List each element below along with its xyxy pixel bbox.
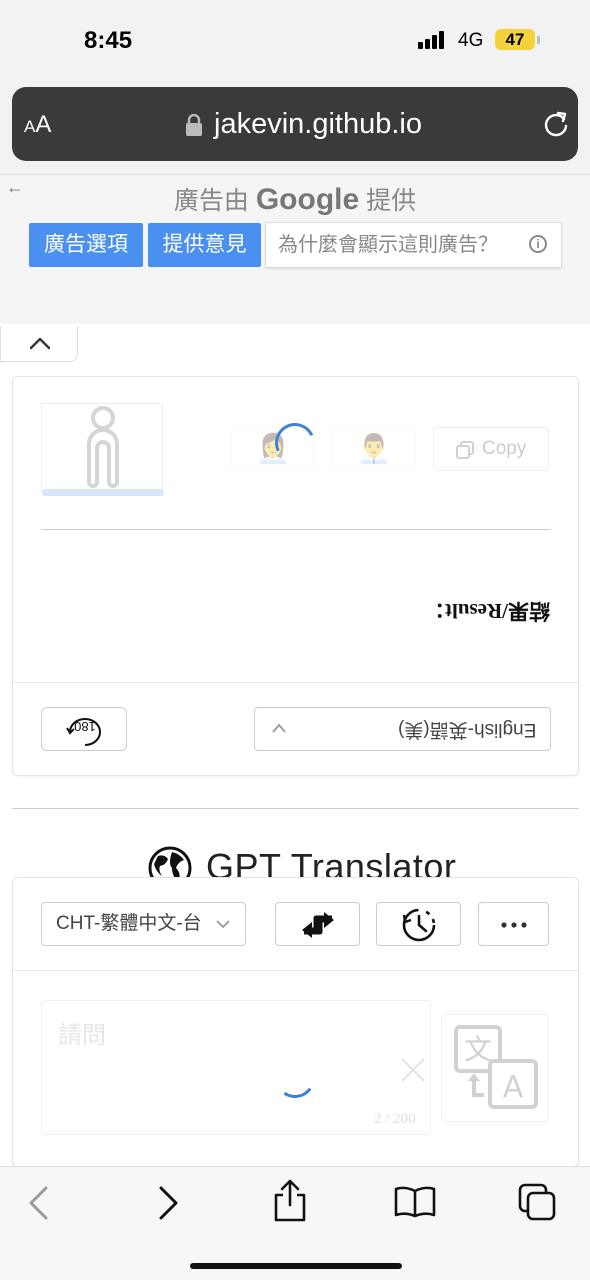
history-button[interactable] xyxy=(376,902,461,946)
app-title-text: GPT Translator xyxy=(206,846,457,880)
info-icon: i xyxy=(529,235,547,253)
male-voice-button[interactable]: 👨‍💼 xyxy=(332,427,416,471)
url-text[interactable]: jakevin.github.io xyxy=(214,108,422,141)
forward-icon[interactable] xyxy=(155,1185,181,1221)
char-counter: 2 / 200 xyxy=(374,1111,416,1127)
source-language-select[interactable]: CHT-繁體中文-台 xyxy=(41,902,246,946)
back-icon[interactable] xyxy=(26,1185,52,1221)
battery-icon: 47 xyxy=(495,29,535,50)
ad-why-button[interactable]: 為什麼會顯示這則廣告？ i xyxy=(265,222,562,268)
ad-attribution: 廣告由 Google 提供 xyxy=(173,183,417,216)
collapse-ad-button[interactable] xyxy=(0,326,78,362)
app-title: GPT Translator xyxy=(148,846,458,880)
card-footer-divider xyxy=(13,682,578,683)
swap-icon xyxy=(302,912,334,938)
ad-feedback-button[interactable]: 提供意見 xyxy=(148,223,261,267)
target-language-select[interactable]: English-英語(美) xyxy=(254,707,551,751)
copy-icon xyxy=(456,441,474,459)
section-divider xyxy=(12,808,579,809)
more-icon xyxy=(501,922,527,928)
result-label: 結果/Result： xyxy=(424,599,550,623)
chevron-up-icon xyxy=(29,337,51,350)
svg-text:A: A xyxy=(503,1070,524,1105)
address-bar[interactable]: AA jakevin.github.io xyxy=(12,87,578,161)
reload-icon[interactable] xyxy=(542,110,570,138)
progress-bar xyxy=(42,489,164,496)
divider xyxy=(13,970,578,971)
translator-card: CHT-繁體中文-台 請問 2 / 200 文 A xyxy=(12,877,579,1167)
ad-options-button[interactable]: 廣告選項 xyxy=(29,223,143,267)
share-icon[interactable] xyxy=(272,1179,308,1223)
globe-icon xyxy=(148,846,192,880)
google-logo: Google xyxy=(255,183,360,216)
bookmarks-icon[interactable] xyxy=(393,1185,437,1219)
text-size-button[interactable]: AA xyxy=(24,111,51,139)
more-options-button[interactable] xyxy=(478,902,549,946)
attach-button[interactable] xyxy=(41,403,164,496)
lock-icon xyxy=(186,114,202,136)
input-placeholder: 請問 xyxy=(58,1022,106,1049)
browser-header: AA jakevin.github.io xyxy=(0,80,590,174)
divider xyxy=(41,529,551,530)
rotate-button[interactable]: 180 xyxy=(41,707,127,751)
copy-button[interactable]: Copy xyxy=(433,427,549,471)
source-text-input[interactable]: 請問 2 / 200 xyxy=(41,1000,431,1135)
translate-button[interactable]: 文 A xyxy=(441,1014,549,1122)
home-indicator xyxy=(190,1263,402,1269)
svg-text:文: 文 xyxy=(464,1033,492,1066)
paperclip-icon xyxy=(87,406,119,488)
signal-icon xyxy=(418,31,448,49)
network-type: 4G xyxy=(458,30,484,51)
history-icon xyxy=(402,908,436,942)
status-time: 8:45 xyxy=(84,27,133,54)
status-bar: 8:45 4G 47 xyxy=(0,0,590,80)
ad-banner: ← 廣告由 Google 提供 廣告選項 提供意見 為什麼會顯示這則廣告？ i xyxy=(0,174,590,324)
clear-icon[interactable] xyxy=(399,1056,427,1084)
rotate-180-icon: 180 xyxy=(66,718,101,746)
translate-icon: 文 A xyxy=(454,1025,538,1109)
chevron-down-icon xyxy=(215,918,231,930)
tabs-icon[interactable] xyxy=(518,1183,558,1221)
battery-cap xyxy=(537,36,540,44)
chevron-up-icon xyxy=(272,723,286,733)
result-card: 👩‍💼 👨‍💼 Copy 結果/Result： 180 English-英語(美… xyxy=(12,376,579,776)
swap-languages-button[interactable] xyxy=(275,902,360,946)
target-language-value: English-英語(美) xyxy=(397,719,536,740)
svg-text:180: 180 xyxy=(74,719,96,734)
